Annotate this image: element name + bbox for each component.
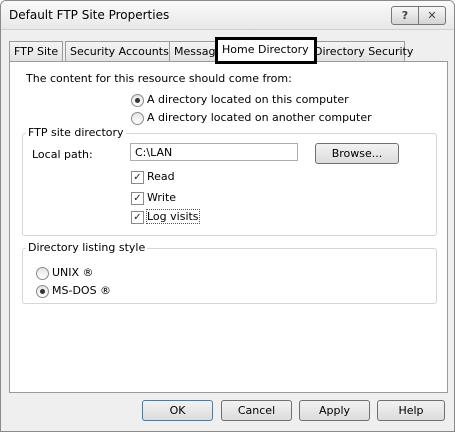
tab-security-accounts[interactable]: Security Accounts <box>65 41 174 61</box>
write-checkbox-label[interactable]: Write <box>147 191 176 204</box>
write-checkbox[interactable]: ✓ <box>131 192 144 205</box>
directory-listing-legend: Directory listing style <box>26 241 148 254</box>
title-bar: Default FTP Site Properties ? ✕ <box>1 1 454 30</box>
radio-unix-label[interactable]: UNIX ® <box>52 266 94 279</box>
log-visits-checkbox[interactable]: ✓ <box>131 211 144 224</box>
radio-another-computer-label[interactable]: A directory located on another computer <box>147 111 372 124</box>
radio-unix[interactable] <box>36 267 49 280</box>
ftp-site-directory-legend: FTP site directory <box>26 126 126 139</box>
browse-button[interactable]: Browse... <box>315 143 399 164</box>
log-visits-checkbox-label[interactable]: Log visits <box>146 209 200 224</box>
help-button[interactable]: Help <box>377 400 445 421</box>
help-icon[interactable]: ? <box>391 6 419 25</box>
radio-msdos[interactable] <box>36 285 49 298</box>
radio-this-computer[interactable] <box>131 94 144 107</box>
radio-msdos-label[interactable]: MS-DOS ® <box>52 284 111 297</box>
apply-button[interactable]: Apply <box>299 400 370 421</box>
local-path-input[interactable]: C:\LAN <box>130 143 298 161</box>
radio-another-computer[interactable] <box>131 112 144 125</box>
content-source-label: The content for this resource should com… <box>26 72 292 85</box>
tab-home-directory[interactable]: Home Directory <box>215 37 317 64</box>
title-bar-buttons: ? ✕ <box>391 6 446 25</box>
radio-this-computer-label[interactable]: A directory located on this computer <box>147 93 349 106</box>
ok-button[interactable]: OK <box>142 400 213 421</box>
read-checkbox[interactable]: ✓ <box>131 171 144 184</box>
properties-dialog: Default FTP Site Properties ? ✕ FTP Site… <box>0 0 455 432</box>
close-icon[interactable]: ✕ <box>419 6 446 25</box>
cancel-button[interactable]: Cancel <box>221 400 292 421</box>
window-title: Default FTP Site Properties <box>9 8 170 22</box>
local-path-label: Local path: <box>32 148 93 161</box>
tab-ftp-site[interactable]: FTP Site <box>9 41 64 61</box>
tab-directory-security[interactable]: Directory Security <box>309 41 413 61</box>
home-directory-panel: The content for this resource should com… <box>9 61 448 393</box>
read-checkbox-label[interactable]: Read <box>147 170 175 183</box>
tab-strip: FTP Site Security Accounts Message Home … <box>9 37 449 64</box>
